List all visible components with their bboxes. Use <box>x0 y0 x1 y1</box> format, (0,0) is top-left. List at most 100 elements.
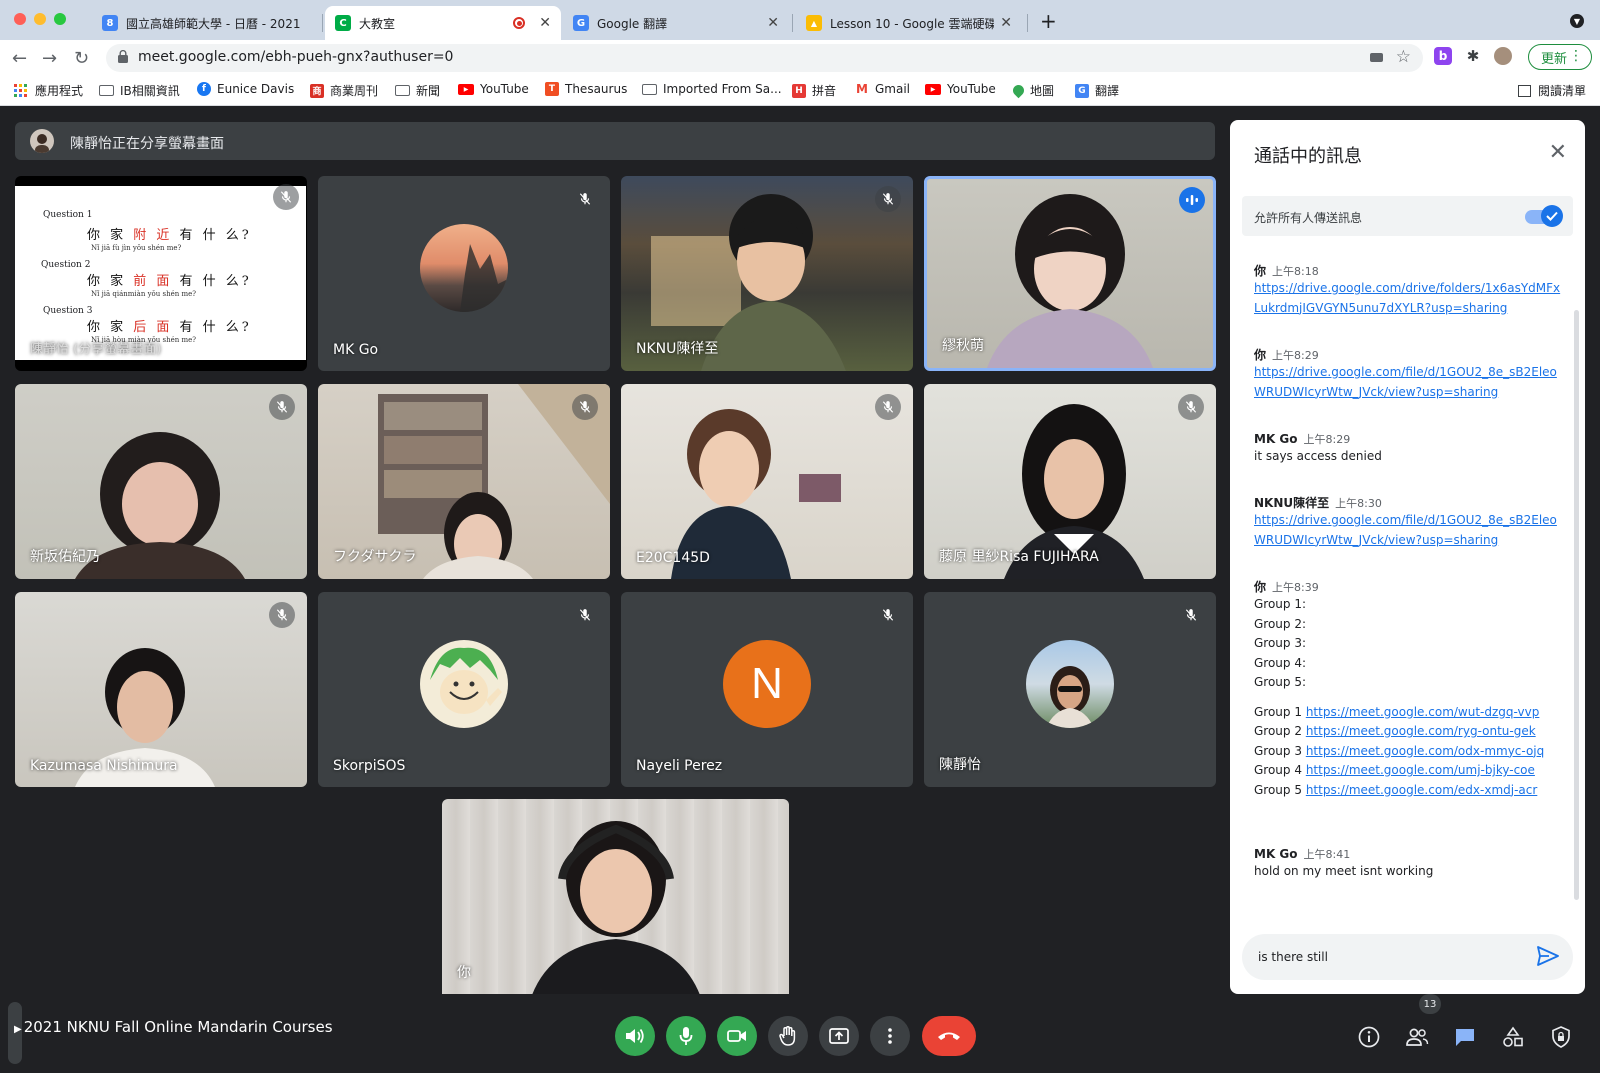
message-link[interactable]: LukrdmjIGVGYN5unu7dXYLR?usp=sharing <box>1254 299 1554 319</box>
tile-self-view[interactable]: 你 <box>442 799 789 995</box>
message-link[interactable]: WRUDWIcyrWtw_JVck/view?usp=sharing <box>1254 531 1554 551</box>
message-link[interactable]: https://drive.google.com/drive/folders/1… <box>1254 279 1560 299</box>
bookmark-youtube-2[interactable]: ▶ YouTube <box>925 82 996 96</box>
meeting-title[interactable]: ▶ 2021 NKNU Fall Online Mandarin Courses <box>14 1018 333 1036</box>
update-button[interactable]: 更新 ⋮ <box>1528 44 1592 70</box>
tab-search-icon[interactable]: ▼ <box>1570 14 1584 28</box>
minimize-window-button[interactable] <box>34 13 46 25</box>
bookmark-label: Gmail <box>875 82 911 96</box>
forward-icon[interactable]: → <box>42 48 57 69</box>
message-link[interactable]: https://meet.google.com/ryg-ontu-gek <box>1306 724 1536 738</box>
tile-participant-speaking[interactable]: 繆秋萌 <box>924 176 1216 371</box>
close-window-button[interactable] <box>14 13 26 25</box>
maximize-window-button[interactable] <box>54 13 66 25</box>
tile-participant[interactable]: N Nayeli Perez <box>621 592 913 787</box>
bookmark-pinyin[interactable]: H 拼音 <box>792 82 836 99</box>
back-icon[interactable]: ← <box>12 48 27 69</box>
tile-participant[interactable]: MK Go <box>318 176 610 371</box>
tile-participant[interactable]: 藤原 里紗Risa FUJIHARA <box>924 384 1216 579</box>
bookmark-star-icon[interactable]: ☆ <box>1396 47 1411 67</box>
chat-button[interactable] <box>1452 1024 1478 1050</box>
message-link[interactable]: https://meet.google.com/edx-xmdj-acr <box>1306 783 1538 797</box>
check-icon[interactable] <box>1541 205 1563 227</box>
browser-tabstrip: 8 國立高雄師範大學 - 日曆 - 2021 C 大教室 ✕ G Google … <box>0 0 1600 40</box>
tab-translate[interactable]: G Google 翻譯 ✕ <box>563 6 789 40</box>
bookmark-eunice[interactable]: f Eunice Davis <box>197 82 294 96</box>
slide-question-label: Question 3 <box>43 306 93 316</box>
message-link[interactable]: https://drive.google.com/file/d/1GOU2_8e… <box>1254 363 1557 383</box>
mic-off-icon <box>269 602 295 628</box>
bookmark-business[interactable]: 商商業周刊 <box>310 82 378 99</box>
shared-slide: Question 1 你 家 附 近 有 什 么? Nǐ jiā fù jìn … <box>15 186 306 360</box>
leave-call-button[interactable] <box>922 1016 976 1056</box>
host-controls-button[interactable] <box>1548 1024 1574 1050</box>
close-tab-icon[interactable]: ✕ <box>767 15 779 31</box>
tile-name: SkorpiSOS <box>333 758 406 774</box>
allow-messages-label: 允許所有人傳送訊息 <box>1254 211 1363 225</box>
message-link[interactable]: https://meet.google.com/wut-dzgq-vvp <box>1306 705 1540 719</box>
bookmark-apps[interactable]: 應用程式 <box>14 82 83 99</box>
reading-list[interactable]: 閱讀清單 <box>1518 82 1586 99</box>
classroom-icon: C <box>335 15 351 31</box>
raise-hand-button[interactable] <box>768 1016 808 1056</box>
participant-avatar <box>420 223 508 312</box>
send-icon[interactable] <box>1537 946 1559 966</box>
tile-participant[interactable]: Kazumasa Nishimura <box>15 592 307 787</box>
presenter-text: 陳靜怡正在分享螢幕畫面 <box>70 136 224 152</box>
camera-in-use-icon[interactable] <box>1370 53 1383 62</box>
tab-meet[interactable]: C 大教室 ✕ <box>325 6 561 40</box>
close-tab-icon[interactable]: ✕ <box>539 15 551 31</box>
chat-scrollbar[interactable] <box>1574 310 1579 900</box>
extension-b-icon[interactable]: b <box>1434 47 1452 65</box>
speaker-button[interactable] <box>615 1016 655 1056</box>
address-bar[interactable]: meet.google.com/ebh-pueh-gnx?authuser=0 … <box>106 44 1423 72</box>
activities-button[interactable] <box>1500 1024 1526 1050</box>
bookmark-gmail[interactable]: M Gmail <box>855 82 910 96</box>
tab-title: 大教室 <box>359 16 396 31</box>
message-link[interactable]: https://meet.google.com/umj-bjky-coe <box>1306 763 1535 777</box>
reading-list-icon <box>1518 84 1531 97</box>
bookmark-news[interactable]: 新聞 <box>395 82 440 99</box>
more-vert-icon <box>888 1028 892 1044</box>
pinyin-icon: H <box>792 83 806 98</box>
tile-participant[interactable]: 新坂佑紀乃 <box>15 384 307 579</box>
slide-question-label: Question 1 <box>43 210 93 220</box>
extensions-puzzle-icon[interactable]: ✱ <box>1464 47 1482 65</box>
tile-screen-share[interactable]: Question 1 你 家 附 近 有 什 么? Nǐ jiā fù jìn … <box>15 176 307 371</box>
tab-drive[interactable]: ▲ Lesson 10 - Google 雲端硬碟 ✕ <box>796 6 1022 40</box>
microphone-button[interactable] <box>666 1016 706 1056</box>
folder-icon <box>99 85 114 96</box>
profile-avatar[interactable] <box>1494 47 1512 65</box>
tile-participant[interactable]: 陳靜怡 <box>924 592 1216 787</box>
bookmark-imported[interactable]: Imported From Sa... <box>642 82 782 96</box>
message-link[interactable]: https://meet.google.com/odx-mmyc-ojq <box>1306 744 1544 758</box>
present-now-button[interactable] <box>819 1016 859 1056</box>
tile-participant[interactable]: E20C145D <box>621 384 913 579</box>
chat-compose-input[interactable]: is there still <box>1242 934 1573 980</box>
bookmark-maps[interactable]: 地圖 <box>1010 82 1054 99</box>
tile-participant[interactable]: NKNU陳徉至 <box>621 176 913 371</box>
bookmark-ib[interactable]: IB相關資訊 <box>99 82 180 99</box>
message-link[interactable]: WRUDWIcyrWtw_JVck/view?usp=sharing <box>1254 383 1554 403</box>
people-button[interactable] <box>1404 1024 1430 1050</box>
camera-button[interactable] <box>717 1016 757 1056</box>
reload-icon[interactable]: ↻ <box>74 48 89 69</box>
bookmark-translate[interactable]: G 翻譯 <box>1075 82 1119 99</box>
more-options-button[interactable] <box>870 1016 910 1056</box>
tile-participant[interactable]: SkorpiSOS <box>318 592 610 787</box>
slide-pinyin: Nǐ jiā fù jìn yǒu shén me? <box>91 244 182 252</box>
tile-participant[interactable]: フクダサクラ <box>318 384 610 579</box>
new-tab-icon[interactable]: + <box>1040 9 1057 33</box>
message-link[interactable]: https://drive.google.com/file/d/1GOU2_8e… <box>1254 511 1557 531</box>
message-text: Group 1: <box>1254 597 1307 611</box>
mic-off-icon <box>572 602 598 628</box>
bookmark-label: 新聞 <box>416 84 441 98</box>
thesaurus-icon: T <box>545 82 559 96</box>
tab-calendar[interactable]: 8 國立高雄師範大學 - 日曆 - 2021 <box>92 6 322 40</box>
close-tab-icon[interactable]: ✕ <box>1000 15 1012 31</box>
bookmark-thesaurus[interactable]: T Thesaurus <box>545 82 627 96</box>
close-chat-icon[interactable]: ✕ <box>1549 140 1567 165</box>
bookmark-youtube-1[interactable]: ▶ YouTube <box>458 82 529 96</box>
meeting-details-button[interactable] <box>1356 1024 1382 1050</box>
slide-pinyin: Nǐ jiā qiánmiàn yǒu shén me? <box>91 290 196 298</box>
